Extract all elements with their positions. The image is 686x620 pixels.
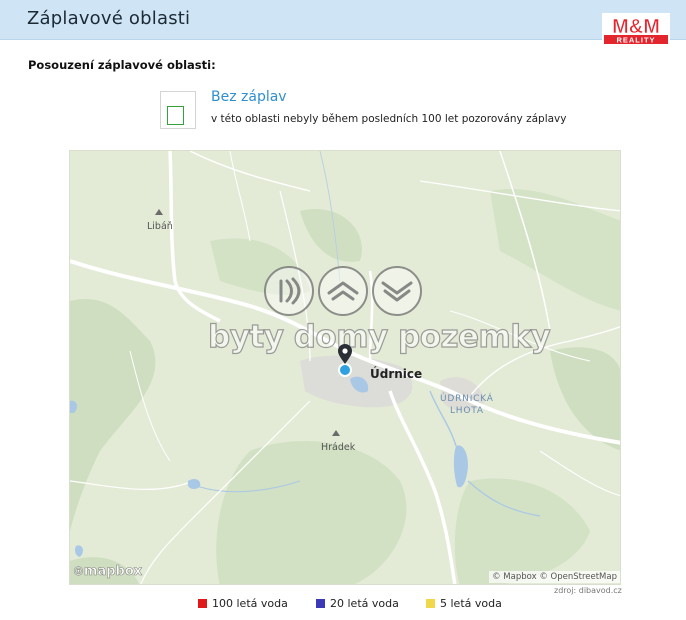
legend-swatch bbox=[198, 599, 207, 608]
page-header: Záplavové oblasti M&M REALITY bbox=[0, 0, 686, 45]
no-flood-status-icon bbox=[160, 91, 196, 129]
legend-item-20: 20 letá voda bbox=[316, 597, 399, 610]
place-liban: Libáň bbox=[147, 221, 173, 232]
map-pin-icon[interactable] bbox=[337, 344, 353, 378]
legend-item-5: 5 letá voda bbox=[426, 597, 502, 610]
legend-item-100: 100 letá voda bbox=[198, 597, 288, 610]
flood-map[interactable]: Libáň Hrádek Údrnice ÚDRNICKÁ LHOTA byty… bbox=[69, 150, 621, 585]
legend-label: 100 letá voda bbox=[212, 597, 288, 610]
svg-text:REALITY: REALITY bbox=[616, 36, 655, 45]
status-description: v této oblasti nebyly během posledních 1… bbox=[211, 113, 567, 125]
watermark-icons bbox=[264, 266, 422, 316]
place-udrnicka-lhota: ÚDRNICKÁ LHOTA bbox=[440, 394, 494, 416]
map-attribution[interactable]: © Mapbox © OpenStreetMap bbox=[489, 571, 620, 583]
page-title: Záplavové oblasti bbox=[27, 8, 191, 29]
data-source: zdroj: dibavod.cz bbox=[554, 586, 622, 595]
place-udrnice: Údrnice bbox=[370, 367, 423, 381]
mm-reality-logo[interactable]: M&M REALITY bbox=[602, 13, 670, 45]
place-hradek: Hrádek bbox=[321, 442, 356, 453]
legend-label: 20 letá voda bbox=[330, 597, 399, 610]
legend-swatch bbox=[426, 599, 435, 608]
legend-label: 5 letá voda bbox=[440, 597, 502, 610]
legend-swatch bbox=[316, 599, 325, 608]
status-title: Bez záplav bbox=[211, 89, 287, 105]
watermark-text: byty domy pozemky bbox=[207, 318, 551, 355]
mapbox-logo[interactable]: ⊙mapbox bbox=[73, 564, 143, 580]
section-title: Posouzení záplavové oblasti: bbox=[28, 58, 216, 72]
